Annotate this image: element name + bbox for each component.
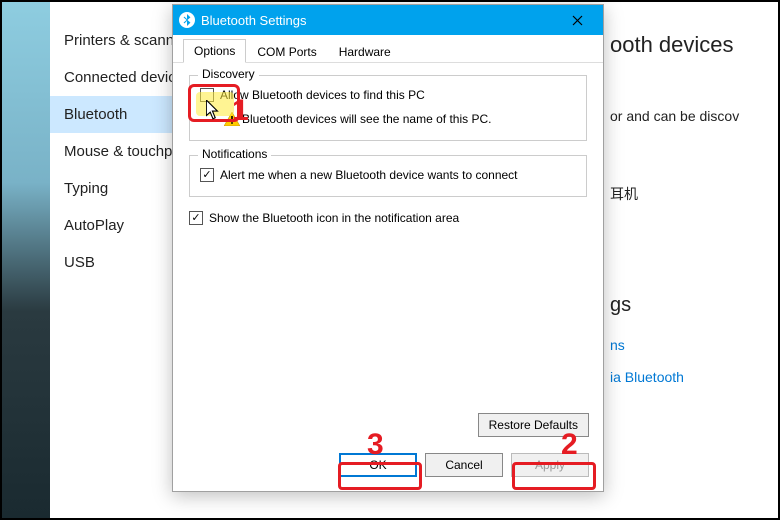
ok-button[interactable]: OK bbox=[339, 453, 417, 477]
sidebar-item-label: Bluetooth bbox=[64, 106, 127, 123]
desktop-wallpaper bbox=[2, 2, 50, 518]
discovery-legend: Discovery bbox=[198, 67, 259, 81]
section-heading-fragment: gs bbox=[610, 294, 770, 317]
notifications-group: Notifications Alert me when a new Blueto… bbox=[189, 155, 587, 197]
sidebar-item-label: AutoPlay bbox=[64, 217, 124, 234]
settings-link-fragment-2[interactable]: ia Bluetooth bbox=[610, 369, 770, 385]
sidebar-item-typing[interactable]: Typing bbox=[50, 170, 182, 207]
sidebar-item-bluetooth[interactable]: Bluetooth bbox=[50, 96, 182, 133]
bluetooth-settings-dialog: Bluetooth Settings Options COM Ports Har… bbox=[172, 4, 604, 492]
sidebar-item-connected[interactable]: Connected devices bbox=[50, 59, 182, 96]
settings-content-obscured: ooth devices or and can be discov 耳机 gs … bbox=[602, 2, 778, 518]
alert-label[interactable]: Alert me when a new Bluetooth device wan… bbox=[220, 168, 518, 182]
allow-discovery-label[interactable]: Allow Bluetooth devices to find this PC bbox=[220, 88, 425, 102]
notifications-legend: Notifications bbox=[198, 147, 271, 161]
tab-com-ports[interactable]: COM Ports bbox=[246, 40, 327, 63]
button-label: Restore Defaults bbox=[489, 418, 578, 432]
sidebar-item-mouse[interactable]: Mouse & touchpad bbox=[50, 133, 182, 170]
warning-icon bbox=[224, 112, 240, 126]
button-label: Cancel bbox=[445, 458, 482, 472]
sidebar-item-label: USB bbox=[64, 254, 95, 271]
sidebar-item-label: Connected devices bbox=[64, 69, 182, 86]
settings-link-fragment-1[interactable]: ns bbox=[610, 337, 770, 353]
button-label: OK bbox=[369, 458, 386, 472]
tab-label: COM Ports bbox=[257, 45, 316, 59]
allow-discovery-row: Allow Bluetooth devices to find this PC bbox=[200, 88, 576, 102]
sidebar-item-label: Typing bbox=[64, 180, 108, 197]
alert-row: Alert me when a new Bluetooth device wan… bbox=[200, 168, 576, 182]
dialog-titlebar[interactable]: Bluetooth Settings bbox=[173, 5, 603, 35]
show-icon-checkbox[interactable] bbox=[189, 211, 203, 225]
device-name-fragment: 耳机 bbox=[610, 184, 770, 204]
discovery-subtext: Bluetooth devices will see the name of t… bbox=[242, 112, 491, 126]
bluetooth-icon bbox=[179, 12, 195, 28]
sidebar-item-autoplay[interactable]: AutoPlay bbox=[50, 207, 182, 244]
tab-hardware[interactable]: Hardware bbox=[328, 40, 402, 63]
apply-button[interactable]: Apply bbox=[511, 453, 589, 477]
dialog-tabs: Options COM Ports Hardware bbox=[173, 35, 603, 63]
button-label: Apply bbox=[535, 458, 565, 472]
settings-sidebar: Printers & scanners Connected devices Bl… bbox=[50, 2, 182, 518]
sidebar-item-label: Printers & scanners bbox=[64, 32, 182, 49]
allow-discovery-checkbox[interactable] bbox=[200, 88, 214, 102]
restore-defaults-button[interactable]: Restore Defaults bbox=[478, 413, 589, 437]
dialog-body: Discovery Allow Bluetooth devices to fin… bbox=[173, 63, 603, 413]
discovery-group: Discovery Allow Bluetooth devices to fin… bbox=[189, 75, 587, 141]
sidebar-item-usb[interactable]: USB bbox=[50, 244, 182, 281]
tab-label: Hardware bbox=[339, 45, 391, 59]
show-icon-label[interactable]: Show the Bluetooth icon in the notificat… bbox=[209, 211, 459, 225]
cancel-button[interactable]: Cancel bbox=[425, 453, 503, 477]
page-title-fragment: ooth devices bbox=[610, 32, 770, 58]
sidebar-item-printers[interactable]: Printers & scanners bbox=[50, 22, 182, 59]
show-icon-row: Show the Bluetooth icon in the notificat… bbox=[189, 211, 587, 225]
dialog-footer: OK Cancel Apply bbox=[173, 443, 603, 491]
tab-options[interactable]: Options bbox=[183, 39, 246, 63]
close-button[interactable] bbox=[557, 6, 597, 34]
page-desc-fragment: or and can be discov bbox=[610, 108, 770, 124]
tab-label: Options bbox=[194, 44, 235, 58]
restore-row: Restore Defaults bbox=[173, 413, 603, 443]
dialog-title: Bluetooth Settings bbox=[201, 13, 557, 28]
alert-checkbox[interactable] bbox=[200, 168, 214, 182]
discovery-subtext-row: Bluetooth devices will see the name of t… bbox=[224, 112, 576, 126]
sidebar-item-label: Mouse & touchpad bbox=[64, 143, 182, 160]
